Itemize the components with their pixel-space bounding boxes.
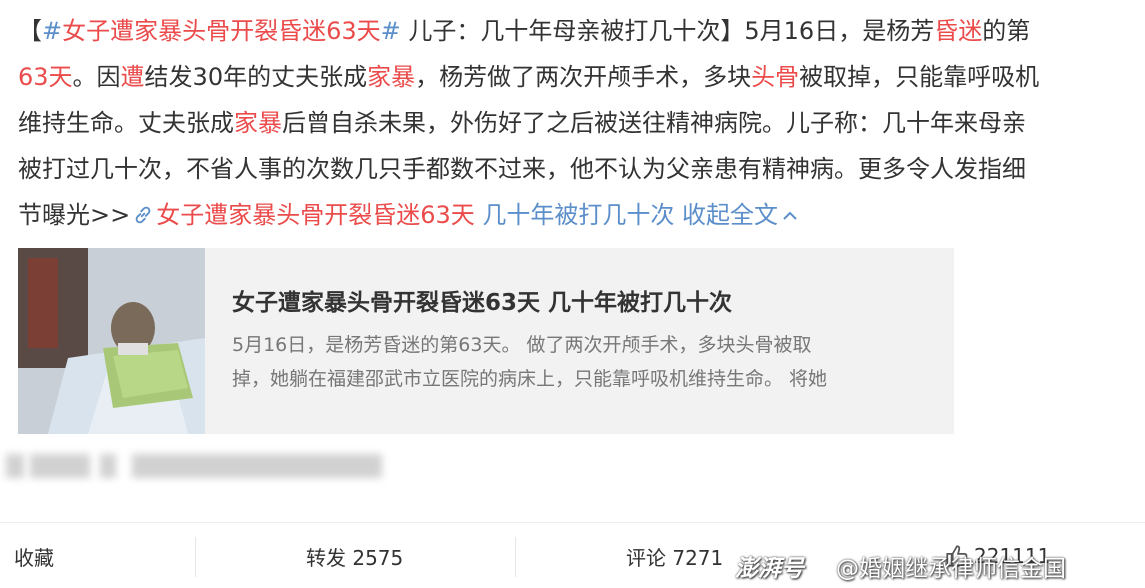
- bracket: 【: [18, 17, 42, 45]
- divider: [195, 537, 196, 577]
- watermark-left: 澎湃号: [735, 546, 804, 586]
- watermark-text: 澎湃号: [735, 556, 804, 582]
- article-card[interactable]: 女子遭家暴头骨开裂昏迷63天 几十年被打几十次 5月16日，是杨芳昏迷的第63天…: [18, 248, 954, 434]
- blur-block: [132, 454, 382, 478]
- article-link[interactable]: 女子遭家暴头骨开裂昏迷63天: [156, 201, 475, 229]
- comment-button[interactable]: 评论 7271: [626, 523, 723, 588]
- link-icon: [135, 206, 151, 224]
- keyword-highlight: 昏迷: [934, 17, 983, 45]
- blur-block: [100, 454, 116, 478]
- post-text-segment: 后曾自杀未果，外伤好了之后被送往精神病院。儿子称：几十年来母亲: [282, 109, 1026, 137]
- post-line-5: 节曝光>> 女子遭家暴头骨开裂昏迷63天 几十年被打几十次 收起全文: [18, 192, 1133, 238]
- keyword-highlight: 遭: [120, 63, 145, 91]
- post-line-2: 63天。因遭结发30年的丈夫张成家暴，杨芳做了两次开颅手术，多块头骨被取掉，只能…: [18, 54, 1133, 100]
- collapse-label: 收起全文: [674, 201, 779, 229]
- hospital-photo: [18, 248, 205, 434]
- post-text-segment: 结发30年的丈夫张成: [144, 63, 368, 91]
- keyword-highlight: 家暴: [367, 63, 416, 91]
- topic-link[interactable]: 女子遭家暴头骨开裂昏迷63天: [62, 17, 381, 45]
- watermark-right: @婚姻继承律师信金国: [836, 546, 1066, 586]
- favorite-button[interactable]: 收藏: [14, 523, 54, 588]
- article-link-suffix[interactable]: 几十年被打几十次: [475, 201, 674, 229]
- post-line-1: 【#女子遭家暴头骨开裂昏迷63天# 儿子：几十年母亲被打几十次】5月16日，是杨…: [18, 8, 1133, 54]
- keyword-highlight: 家暴: [234, 109, 282, 137]
- keyword-highlight: 63天: [18, 63, 73, 91]
- topic-hash[interactable]: #: [381, 17, 401, 45]
- post-text-segment: 的第: [982, 17, 1031, 45]
- blur-block: [6, 454, 24, 478]
- description-line: 掉，她躺在福建邵武市立医院的病床上，只能靠呼吸机维持生命。 将她: [232, 368, 828, 390]
- post-line-3: 维持生命。丈夫张成家暴后曾自杀未果，外伤好了之后被送往精神病院。儿子称：几十年来…: [18, 100, 1133, 146]
- post-text-segment: 维持生命。丈夫张成: [18, 109, 234, 137]
- article-thumbnail: [18, 248, 205, 434]
- blurred-source-text: [0, 454, 420, 478]
- keyword-highlight: 头骨: [751, 63, 800, 91]
- topic-hash[interactable]: #: [42, 17, 62, 45]
- repost-button[interactable]: 转发 2575: [306, 523, 403, 588]
- post-text: 【#女子遭家暴头骨开裂昏迷63天# 儿子：几十年母亲被打几十次】5月16日，是杨…: [18, 8, 1133, 238]
- article-card-description: 5月16日，是杨芳昏迷的第63天。 做了两次开颅手术，多块头骨被取 掉，她躺在福…: [232, 328, 934, 396]
- chevron-up-icon: [783, 211, 797, 220]
- blur-block: [30, 454, 90, 478]
- post-text-segment: ，杨芳做了两次开颅手术，多块: [415, 63, 752, 91]
- divider: [515, 537, 516, 577]
- post-text-segment: 被取掉，只能靠呼吸机: [799, 63, 1040, 91]
- post-text-segment: 儿子：几十年母亲被打几十次】5月16日，是杨芳: [400, 17, 935, 45]
- article-card-title[interactable]: 女子遭家暴头骨开裂昏迷63天 几十年被打几十次: [232, 286, 934, 320]
- article-card-body: 女子遭家暴头骨开裂昏迷63天 几十年被打几十次 5月16日，是杨芳昏迷的第63天…: [205, 248, 954, 434]
- post-text-segment: 节曝光>>: [18, 201, 131, 229]
- description-line: 5月16日，是杨芳昏迷的第63天。 做了两次开颅手术，多块头骨被取: [232, 334, 812, 356]
- collapse-button[interactable]: 收起全文: [674, 201, 798, 229]
- watermark-text: @婚姻继承律师信金国: [836, 556, 1066, 582]
- post-line-4: 被打过几十次，不省人事的次数几只手都数不过来，他不认为父亲患有精神病。更多令人发…: [18, 155, 1026, 183]
- post-text-segment: 。因: [72, 63, 121, 91]
